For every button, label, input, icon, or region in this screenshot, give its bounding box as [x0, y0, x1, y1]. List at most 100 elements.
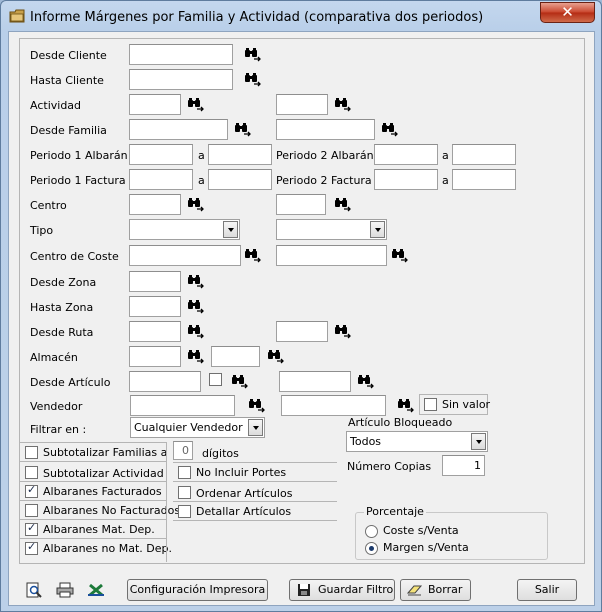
option-no-incluir-portes[interactable]: No Incluir Portes: [173, 463, 337, 482]
binoculars-icon[interactable]: [244, 248, 262, 263]
binoculars-icon[interactable]: [334, 324, 352, 339]
binoculars-icon[interactable]: [248, 398, 266, 413]
close-button[interactable]: ✕: [540, 2, 595, 23]
excel-icon[interactable]: [87, 582, 105, 598]
binoculars-icon[interactable]: [244, 47, 262, 62]
periodo2-albaran-label: Periodo 2 Albarán: [276, 149, 374, 162]
desde-cliente-input[interactable]: [129, 44, 233, 65]
binoculars-icon[interactable]: [334, 97, 352, 112]
vendedor-desde-input[interactable]: [130, 395, 235, 416]
hasta-ruta-input[interactable]: [276, 321, 328, 342]
periodo2-factura-hasta-input[interactable]: [452, 169, 516, 190]
hasta-articulo-input[interactable]: [279, 371, 351, 392]
chevron-down-icon[interactable]: [471, 433, 486, 450]
desde-articulo-input[interactable]: [129, 371, 201, 392]
almacen-hasta-input[interactable]: [211, 346, 260, 367]
chevron-down-icon[interactable]: [223, 221, 238, 238]
coste-venta-radio[interactable]: [365, 525, 378, 538]
option-albaranes-no-mat-dep[interactable]: Albaranes no Mat. Dep.: [20, 539, 172, 558]
option-subtotalizar-actividad[interactable]: Subtotalizar Actividad: [20, 462, 166, 482]
numero-copias-input[interactable]: [442, 455, 485, 476]
binoculars-icon[interactable]: [381, 122, 399, 137]
subtotalizar-familias-checkbox[interactable]: [25, 446, 38, 459]
filters-panel: Desde Cliente Hasta Cliente Actividad De…: [19, 38, 585, 564]
printer-icon[interactable]: [56, 582, 74, 598]
centro-hasta-input[interactable]: [276, 194, 326, 215]
digitos-label: dígitos: [202, 447, 239, 460]
chevron-down-icon[interactable]: [370, 221, 385, 238]
ordenar-articulos-checkbox[interactable]: [178, 486, 191, 499]
binoculars-icon[interactable]: [187, 274, 205, 289]
guardar-filtro-button[interactable]: Guardar Filtro: [289, 579, 395, 601]
salir-button[interactable]: Salir: [517, 579, 577, 601]
binoculars-icon[interactable]: [244, 72, 262, 87]
binoculars-icon[interactable]: [187, 97, 205, 112]
binoculars-icon[interactable]: [187, 299, 205, 314]
option-subtotalizar-familias[interactable]: Subtotalizar Familias a: [20, 443, 168, 462]
centro-label: Centro: [30, 199, 67, 212]
actividad-desde-input[interactable]: [129, 94, 181, 115]
configuracion-impresora-button[interactable]: Configuración Impresora: [127, 579, 268, 601]
option-detallar-articulos[interactable]: Detallar Artículos: [173, 502, 337, 521]
centro-coste-hasta-input[interactable]: [276, 245, 387, 266]
binoculars-icon[interactable]: [391, 248, 409, 263]
binoculars-icon[interactable]: [187, 349, 205, 364]
binoculars-icon[interactable]: [187, 324, 205, 339]
almacen-desde-input[interactable]: [129, 346, 181, 367]
periodo2-factura-desde-input[interactable]: [374, 169, 438, 190]
articulo-bloqueado-value: Todos: [350, 435, 382, 448]
periodo1-factura-hasta-input[interactable]: [208, 169, 272, 190]
option-label: Subtotalizar Familias a: [43, 446, 168, 459]
periodo1-albaran-desde-input[interactable]: [129, 144, 193, 165]
detallar-articulos-checkbox[interactable]: [178, 505, 191, 518]
filtrar-en-select[interactable]: Cualquier Vendedor: [130, 417, 265, 438]
hasta-zona-label: Hasta Zona: [30, 301, 94, 314]
periodo1-albaran-hasta-input[interactable]: [208, 144, 272, 165]
hasta-cliente-input[interactable]: [129, 69, 233, 90]
binoculars-icon[interactable]: [397, 398, 415, 413]
binoculars-icon[interactable]: [357, 374, 375, 389]
option-ordenar-articulos[interactable]: Ordenar Artículos: [173, 482, 337, 502]
option-albaranes-no-facturados[interactable]: Albaranes No Facturados: [20, 501, 180, 520]
borrar-button[interactable]: Borrar: [400, 579, 471, 601]
albaranes-facturados-checkbox[interactable]: [25, 483, 38, 498]
periodo1-factura-desde-input[interactable]: [129, 169, 193, 190]
eraser-icon: [407, 585, 423, 596]
periodo2-albaran-desde-input[interactable]: [374, 144, 438, 165]
option-albaranes-mat-dep[interactable]: Albaranes Mat. Dep.: [20, 520, 166, 539]
desde-zona-input[interactable]: [129, 271, 181, 292]
desde-articulo-label: Desde Artículo: [30, 376, 111, 389]
binoculars-icon[interactable]: [187, 197, 205, 212]
albaranes-no-mat-dep-checkbox[interactable]: [25, 540, 38, 555]
option-albaranes-facturados[interactable]: Albaranes Facturados: [20, 482, 166, 501]
periodo2-albaran-hasta-input[interactable]: [452, 144, 516, 165]
tipo-desde-select[interactable]: [129, 219, 240, 240]
actividad-hasta-input[interactable]: [276, 94, 328, 115]
desde-zona-label: Desde Zona: [30, 276, 97, 289]
centro-desde-input[interactable]: [129, 194, 181, 215]
sin-valor-checkbox[interactable]: [424, 398, 437, 411]
desde-ruta-input[interactable]: [129, 321, 181, 342]
preview-icon[interactable]: [25, 582, 43, 598]
no-incluir-portes-checkbox[interactable]: [178, 466, 191, 479]
margen-venta-radio[interactable]: [365, 542, 378, 555]
binoculars-icon[interactable]: [267, 349, 285, 364]
tipo-hasta-select[interactable]: [276, 219, 387, 240]
binoculars-icon[interactable]: [334, 197, 352, 212]
hasta-familia-input[interactable]: [276, 119, 375, 140]
chevron-down-icon[interactable]: [248, 419, 263, 436]
binoculars-icon[interactable]: [231, 374, 249, 389]
vendedor-hasta-input[interactable]: [281, 395, 386, 416]
albaranes-no-facturados-checkbox[interactable]: [25, 504, 38, 517]
articulo-bloqueado-select[interactable]: Todos: [346, 431, 488, 452]
centro-coste-desde-input[interactable]: [129, 245, 241, 266]
option-label: Detallar Artículos: [196, 505, 292, 518]
hasta-zona-input[interactable]: [129, 296, 181, 317]
option-label: Subtotalizar Actividad: [43, 467, 164, 480]
subtotalizar-actividad-checkbox[interactable]: [25, 466, 38, 479]
digitos-input[interactable]: [173, 441, 193, 460]
binoculars-icon[interactable]: [234, 122, 252, 137]
articulo-checkbox[interactable]: [209, 373, 222, 386]
albaranes-mat-dep-checkbox[interactable]: [25, 521, 38, 536]
desde-familia-input[interactable]: [129, 119, 228, 140]
